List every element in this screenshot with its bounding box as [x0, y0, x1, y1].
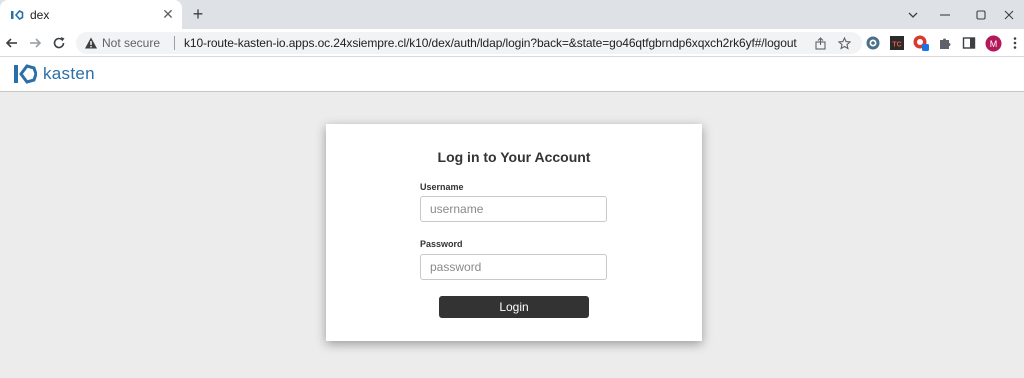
login-page-background: Log in to Your Account Username Password… [0, 92, 1024, 378]
password-input[interactable] [420, 254, 607, 280]
chevron-down-icon [908, 12, 918, 18]
arrow-left-icon [5, 38, 17, 48]
forward-button[interactable] [25, 33, 45, 53]
arrow-right-icon [30, 38, 42, 48]
reload-icon [53, 37, 65, 49]
address-bar[interactable]: Not secure k10-route-kasten-io.apps.oc.2… [76, 32, 862, 54]
bookmark-star-icon[interactable] [836, 35, 852, 51]
username-label: Username [420, 182, 464, 192]
url-text[interactable]: k10-route-kasten-io.apps.oc.24xsiempre.c… [184, 36, 797, 50]
profile-avatar[interactable]: M [984, 34, 1002, 52]
tab-close-icon[interactable]: ✕ [160, 6, 176, 22]
kasten-logo[interactable]: kasten [13, 63, 95, 85]
app-header: kasten [0, 57, 1024, 92]
extension-red-icon[interactable] [912, 34, 930, 52]
password-label: Password [420, 239, 463, 249]
browser-tab-strip: dex ✕ + [0, 0, 1024, 29]
back-button[interactable] [2, 33, 22, 53]
kasten-logo-text: kasten [43, 64, 95, 83]
profile-initial: M [989, 39, 997, 49]
minimize-icon [940, 13, 950, 16]
close-window-button[interactable] [986, 0, 1024, 29]
share-icon[interactable] [812, 35, 828, 51]
close-icon [1004, 10, 1014, 19]
username-input[interactable] [420, 196, 607, 222]
omnibox-divider [174, 36, 175, 50]
browser-tab[interactable]: dex ✕ [0, 0, 182, 29]
side-panel-icon[interactable] [960, 34, 978, 52]
extensions-puzzle-icon[interactable] [936, 34, 954, 52]
tab-title: dex [30, 8, 50, 22]
new-tab-button[interactable]: + [189, 5, 207, 23]
login-card: Log in to Your Account Username Password… [326, 124, 702, 341]
login-button[interactable]: Login [439, 296, 589, 318]
extension-tc-icon[interactable]: TC [888, 34, 906, 52]
warning-icon[interactable] [84, 36, 98, 50]
browser-menu-icon[interactable] [1006, 34, 1024, 52]
extension-tc-label: TC [892, 42, 901, 49]
kasten-logo-icon [14, 64, 37, 84]
extension-lens-icon[interactable] [864, 34, 882, 52]
security-status-label[interactable]: Not secure [102, 36, 160, 50]
kasten-favicon-icon [11, 10, 24, 20]
reload-button[interactable] [49, 33, 69, 53]
browser-toolbar: Not secure k10-route-kasten-io.apps.oc.2… [0, 29, 1024, 57]
login-title: Log in to Your Account [437, 149, 591, 165]
